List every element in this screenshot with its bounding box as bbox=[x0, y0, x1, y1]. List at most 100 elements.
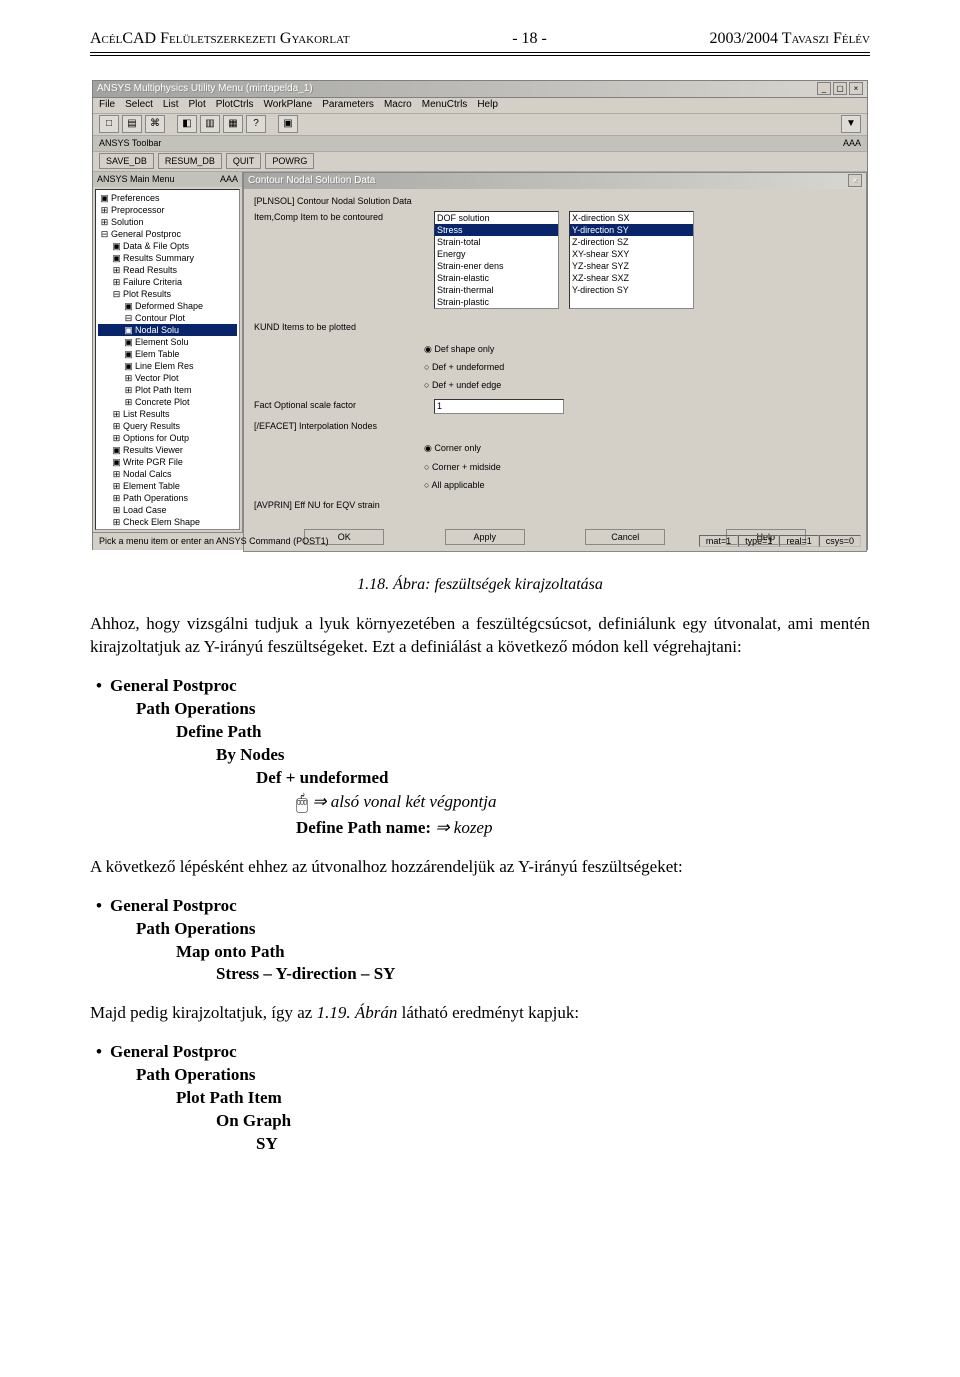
tree-item[interactable]: ▣Data & File Opts bbox=[98, 240, 237, 252]
tree-item[interactable]: ▣Elem Table bbox=[98, 348, 237, 360]
fact-label: Fact Optional scale factor bbox=[254, 399, 424, 411]
toolbar-button[interactable]: RESUM_DB bbox=[158, 153, 222, 169]
tree-item[interactable]: ⊞Solution bbox=[98, 216, 237, 228]
kund-radio-group[interactable]: Def shape only Def + undeformed Def + unde… bbox=[424, 343, 856, 391]
menu-path-3: •General Postproc Path Operations Plot P… bbox=[90, 1041, 870, 1156]
status-bar: Pick a menu item or enter an ANSYS Comma… bbox=[93, 532, 867, 550]
tree-item[interactable]: ⊞Failure Criteria bbox=[98, 276, 237, 288]
window-title: ANSYS Multiphysics Utility Menu (mintape… bbox=[97, 82, 817, 96]
tree-item[interactable]: ⊞Preprocessor bbox=[98, 204, 237, 216]
tree-item[interactable]: ▣Preferences bbox=[98, 192, 237, 204]
list-item[interactable]: X-direction SX bbox=[570, 212, 693, 224]
efacet-radio-group[interactable]: Corner only Corner + midside All applicabl… bbox=[424, 442, 856, 490]
maximize-icon[interactable]: ▢ bbox=[833, 82, 847, 95]
tree-item[interactable]: ▣Results Viewer bbox=[98, 444, 237, 456]
main-menu-tree[interactable]: ▣Preferences⊞Preprocessor⊞Solution⊟Gener… bbox=[95, 189, 240, 530]
tree-item[interactable]: ⊞Plot Path Item bbox=[98, 384, 237, 396]
list-item[interactable]: YZ-shear SYZ bbox=[570, 260, 693, 272]
tree-item[interactable]: ▣Write Results bbox=[98, 528, 237, 530]
toolbar-icon[interactable]: ▥ bbox=[200, 115, 220, 133]
close-icon[interactable]: × bbox=[848, 174, 862, 187]
paragraph-1: Ahhoz, hogy vizsgálni tudjuk a lyuk körn… bbox=[90, 613, 870, 659]
list-item[interactable]: Strain-total bbox=[435, 236, 558, 248]
list-item[interactable]: Stress bbox=[435, 224, 558, 236]
header-right: 2003/2004 Tavaszi Félév bbox=[710, 28, 870, 50]
tree-item[interactable]: ▣Write PGR File bbox=[98, 456, 237, 468]
close-icon[interactable]: × bbox=[849, 82, 863, 95]
tree-item[interactable]: ⊞Load Case bbox=[98, 504, 237, 516]
toolbar-button[interactable]: POWRG bbox=[265, 153, 314, 169]
mouse-icon: 🖱 bbox=[296, 790, 308, 817]
list-item[interactable]: Strain-ener dens bbox=[435, 260, 558, 272]
dialog-title: Contour Nodal Solution Data bbox=[248, 174, 375, 188]
radio-option[interactable]: Def shape only bbox=[424, 343, 856, 355]
tree-item[interactable]: ⊞Element Table bbox=[98, 480, 237, 492]
tree-item[interactable]: ⊟General Postproc bbox=[98, 228, 237, 240]
menu-item[interactable]: List bbox=[163, 98, 179, 112]
tree-item[interactable]: ⊞Options for Outp bbox=[98, 432, 237, 444]
radio-option[interactable]: Def + undeformed bbox=[424, 361, 856, 373]
toolbar-icon[interactable]: ▤ bbox=[122, 115, 142, 133]
list-item[interactable]: Z-direction SZ bbox=[570, 236, 693, 248]
paragraph-3: Majd pedig kirajzoltatjuk, így az 1.19. … bbox=[90, 1002, 870, 1025]
menu-item[interactable]: PlotCtrls bbox=[216, 98, 254, 112]
radio-option[interactable]: Corner only bbox=[424, 442, 856, 454]
tree-item[interactable]: ⊞Query Results bbox=[98, 420, 237, 432]
list-item[interactable]: Strain-elastic bbox=[435, 272, 558, 284]
toolbar-icon[interactable]: ▣ bbox=[278, 115, 298, 133]
toolbar-icon[interactable]: ▼ bbox=[841, 115, 861, 133]
toolbar-icon[interactable]: ▦ bbox=[223, 115, 243, 133]
menu-path-2: •General Postproc Path Operations Map on… bbox=[90, 895, 870, 987]
dialog-command-label: [PLNSOL] Contour Nodal Solution Data bbox=[254, 195, 856, 207]
menu-item[interactable]: File bbox=[99, 98, 115, 112]
radio-option[interactable]: All applicable bbox=[424, 479, 856, 491]
toolbar-icon[interactable]: ◧ bbox=[177, 115, 197, 133]
menubar: File Select List Plot PlotCtrls WorkPlane Para… bbox=[93, 98, 867, 114]
avprin-label: [AVPRIN] Eff NU for EQV strain bbox=[254, 499, 856, 511]
fact-input[interactable]: 1 bbox=[434, 399, 564, 414]
list-item[interactable]: Strain-plastic bbox=[435, 296, 558, 308]
menu-item[interactable]: WorkPlane bbox=[264, 98, 313, 112]
status-cell: type=1 bbox=[738, 535, 779, 547]
list-item[interactable]: Y-direction SY bbox=[570, 224, 693, 236]
toolbar-icon[interactable]: ⌘ bbox=[145, 115, 165, 133]
tree-item[interactable]: ⊟Plot Results bbox=[98, 288, 237, 300]
tree-item[interactable]: ⊞Concrete Plot bbox=[98, 396, 237, 408]
minimize-icon[interactable]: _ bbox=[817, 82, 831, 95]
list-item[interactable]: Y-direction SY bbox=[570, 284, 693, 296]
status-cell: mat=1 bbox=[699, 535, 738, 547]
tree-item[interactable]: ⊞List Results bbox=[98, 408, 237, 420]
toolbar-icons: □ ▤ ⌘ ◧ ▥ ▦ ? ▣ ▼ bbox=[93, 114, 867, 136]
menu-item[interactable]: Parameters bbox=[322, 98, 374, 112]
toolbar-icon[interactable]: □ bbox=[99, 115, 119, 133]
list-item[interactable]: DOF solution bbox=[435, 212, 558, 224]
tree-item[interactable]: ▣Nodal Solu bbox=[98, 324, 237, 336]
tree-item[interactable]: ▣Element Solu bbox=[98, 336, 237, 348]
toolbar-icon[interactable]: ? bbox=[246, 115, 266, 133]
list-item[interactable]: XY-shear SXY bbox=[570, 248, 693, 260]
item-listbox-left[interactable]: DOF solutionStressStrain-totalEnergyStra… bbox=[434, 211, 559, 309]
tree-item[interactable]: ⊞Vector Plot bbox=[98, 372, 237, 384]
list-item[interactable]: XZ-shear SXZ bbox=[570, 272, 693, 284]
menu-item[interactable]: Plot bbox=[188, 98, 205, 112]
radio-option[interactable]: Corner + midside bbox=[424, 461, 856, 473]
toolbar-button[interactable]: SAVE_DB bbox=[99, 153, 154, 169]
menu-item[interactable]: Help bbox=[477, 98, 498, 112]
tree-item[interactable]: ⊞Path Operations bbox=[98, 492, 237, 504]
item-listbox-right[interactable]: X-direction SXY-direction SYZ-direction … bbox=[569, 211, 694, 309]
list-item[interactable]: Strain-thermal bbox=[435, 284, 558, 296]
tree-item[interactable]: ⊞Nodal Calcs bbox=[98, 468, 237, 480]
toolbar-button[interactable]: QUIT bbox=[226, 153, 262, 169]
menu-item[interactable]: Select bbox=[125, 98, 153, 112]
radio-option[interactable]: Def + undef edge bbox=[424, 379, 856, 391]
tree-item[interactable]: ⊟Contour Plot bbox=[98, 312, 237, 324]
tree-item[interactable]: ▣Results Summary bbox=[98, 252, 237, 264]
ansys-toolbar: SAVE_DBRESUM_DBQUITPOWRG bbox=[93, 152, 867, 172]
list-item[interactable]: Energy bbox=[435, 248, 558, 260]
tree-item[interactable]: ▣Deformed Shape bbox=[98, 300, 237, 312]
tree-item[interactable]: ⊞Check Elem Shape bbox=[98, 516, 237, 528]
menu-item[interactable]: Macro bbox=[384, 98, 412, 112]
menu-item[interactable]: MenuCtrls bbox=[422, 98, 468, 112]
tree-item[interactable]: ▣Line Elem Res bbox=[98, 360, 237, 372]
tree-item[interactable]: ⊞Read Results bbox=[98, 264, 237, 276]
